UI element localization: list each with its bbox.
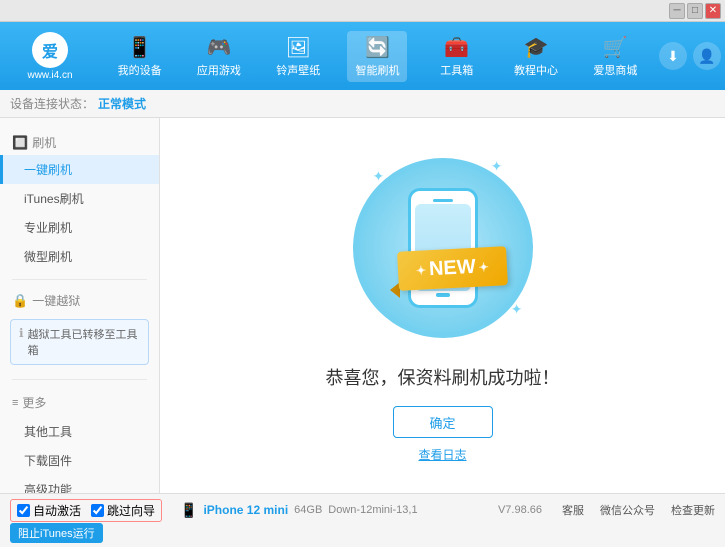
sidebar-divider-2 [12,379,147,380]
flash-section-icon: 🔲 [12,135,28,151]
auto-activate-label: 自动激活 [33,502,81,519]
header: 爱 www.i4.cn 📱 我的设备 🎮 应用游戏 🖼 铃声壁纸 🔄 智能刷机 … [0,22,725,90]
logo-area[interactable]: 爱 www.i4.cn [0,22,100,90]
update-link[interactable]: 检查更新 [671,502,715,518]
tutorial-icon: 🎓 [524,35,549,60]
sidebar-item-advanced[interactable]: 高级功能 [0,475,159,493]
device-info: 📱 iPhone 12 mini 64GB Down-12mini-13,1 [180,502,490,519]
bottom-bar: 自动激活 跳过向导 📱 iPhone 12 mini 64GB Down-12m… [0,493,725,547]
apps-label: 应用游戏 [197,62,241,78]
titlebar: ─ □ ✕ [0,0,725,22]
lock-icon: 🔒 [12,293,28,309]
device-model: Down-12mini-13,1 [328,504,417,516]
minimize-button[interactable]: ─ [669,3,685,19]
toolbox-label: 工具箱 [440,62,473,78]
close-button[interactable]: ✕ [705,3,721,19]
sparkle-3: ✦ [511,301,523,318]
download-button[interactable]: ⬇ [659,42,687,70]
sidebar-item-one-key-flash[interactable]: 一键刷机 [0,155,159,184]
wallpaper-icon: 🖼 [286,35,311,60]
device-storage: 64GB [294,504,322,516]
nav-mall[interactable]: 🛒 爱思商城 [585,31,645,82]
new-badge: NEW [397,246,508,291]
my-device-icon: 📱 [127,35,152,60]
flash-section: 🔲 刷机 一键刷机 iTunes刷机 专业刷机 微型刷机 [0,126,159,275]
confirm-button[interactable]: 确定 [393,406,493,438]
tutorial-label: 教程中心 [514,62,558,78]
maximize-button[interactable]: □ [687,3,703,19]
sidebar-divider-1 [12,279,147,280]
hero-image: ✦ ✦ ✦ NEW [343,148,543,348]
status-value: 正常模式 [98,95,146,112]
itunes-bar: 阻止iTunes运行 [10,523,715,543]
sidebar-item-itunes-flash[interactable]: iTunes刷机 [0,184,159,213]
sidebar-item-download-firmware[interactable]: 下载固件 [0,446,159,475]
wallpaper-label: 铃声壁纸 [276,62,320,78]
skip-wizard-checkbox[interactable]: 跳过向导 [91,502,155,519]
status-bar: 设备连接状态： 正常模式 [0,90,725,118]
device-name: iPhone 12 mini [203,503,288,517]
jailbreak-section-label: 一键越狱 [32,292,80,309]
sidebar-item-pro-flash[interactable]: 专业刷机 [0,213,159,242]
more-icon: ≡ [12,397,18,409]
toolbox-icon: 🧰 [444,35,469,60]
nav-toolbox[interactable]: 🧰 工具箱 [427,31,487,82]
more-section: ≡ 更多 其他工具 下载固件 高级功能 [0,384,159,493]
jailbreak-info-box: ℹ 越狱工具已转移至工具箱 [10,319,149,365]
my-device-label: 我的设备 [118,62,162,78]
sparkle-2: ✦ [491,158,503,175]
auto-activate-checkbox[interactable]: 自动激活 [17,502,81,519]
jailbreak-section: 🔒 一键越狱 ℹ 越狱工具已转移至工具箱 [0,284,159,375]
status-label: 设备连接状态： [10,95,94,112]
nav-wallpaper[interactable]: 🖼 铃声壁纸 [268,31,328,82]
checkbox-group: 自动激活 跳过向导 [10,499,162,522]
user-button[interactable]: 👤 [693,42,721,70]
goto-log-link[interactable]: 查看日志 [418,446,466,463]
phone-speaker [433,199,453,202]
header-right: ⬇ 👤 [655,42,725,70]
more-section-title: ≡ 更多 [0,388,159,417]
success-title: 恭喜您，保资料刷机成功啦！ [326,364,560,390]
version-text: V7.98.66 [498,504,542,516]
main-layout: 🔲 刷机 一键刷机 iTunes刷机 专业刷机 微型刷机 🔒 一键越狱 ℹ 越狱… [0,118,725,493]
logo-text: www.i4.cn [27,70,72,81]
smart-flash-icon: 🔄 [365,35,390,60]
mall-label: 爱思商城 [593,62,637,78]
skip-wizard-label: 跳过向导 [107,502,155,519]
mall-icon: 🛒 [603,35,628,60]
jailbreak-section-title: 🔒 一键越狱 [0,288,159,313]
sidebar-item-other-tools[interactable]: 其他工具 [0,417,159,446]
sidebar: 🔲 刷机 一键刷机 iTunes刷机 专业刷机 微型刷机 🔒 一键越狱 ℹ 越狱… [0,118,160,493]
flash-section-title: 🔲 刷机 [0,130,159,155]
smart-flash-label: 智能刷机 [355,62,399,78]
device-icon: 📱 [180,502,197,519]
itunes-stop-button[interactable]: 阻止iTunes运行 [10,523,103,543]
support-link[interactable]: 客服 [562,502,584,518]
phone-home-btn [436,293,450,297]
auto-activate-input[interactable] [17,504,30,517]
sidebar-item-micro-flash[interactable]: 微型刷机 [0,242,159,271]
wechat-link[interactable]: 微信公众号 [600,502,655,518]
sparkle-1: ✦ [373,168,385,185]
main-content: ✦ ✦ ✦ NEW 恭喜您，保资料刷机成功啦！ 确定 查看日志 [160,118,725,493]
skip-wizard-input[interactable] [91,504,104,517]
nav-my-device[interactable]: 📱 我的设备 [110,31,170,82]
nav-apps-games[interactable]: 🎮 应用游戏 [189,31,249,82]
nav-tutorial[interactable]: 🎓 教程中心 [506,31,566,82]
flash-section-label: 刷机 [32,134,56,151]
more-section-label: 更多 [22,394,46,411]
phone-wrapper: NEW [408,188,478,308]
info-icon: ℹ [19,326,24,340]
nav-smart-flash[interactable]: 🔄 智能刷机 [347,31,407,82]
nav-bar: 📱 我的设备 🎮 应用游戏 🖼 铃声壁纸 🔄 智能刷机 🧰 工具箱 🎓 教程中心… [100,22,655,90]
bottom-links: 客服 微信公众号 检查更新 [562,502,715,518]
logo-icon: 爱 [32,32,68,68]
jailbreak-info-text: 越狱工具已转移至工具箱 [28,326,140,358]
apps-icon: 🎮 [206,35,231,60]
